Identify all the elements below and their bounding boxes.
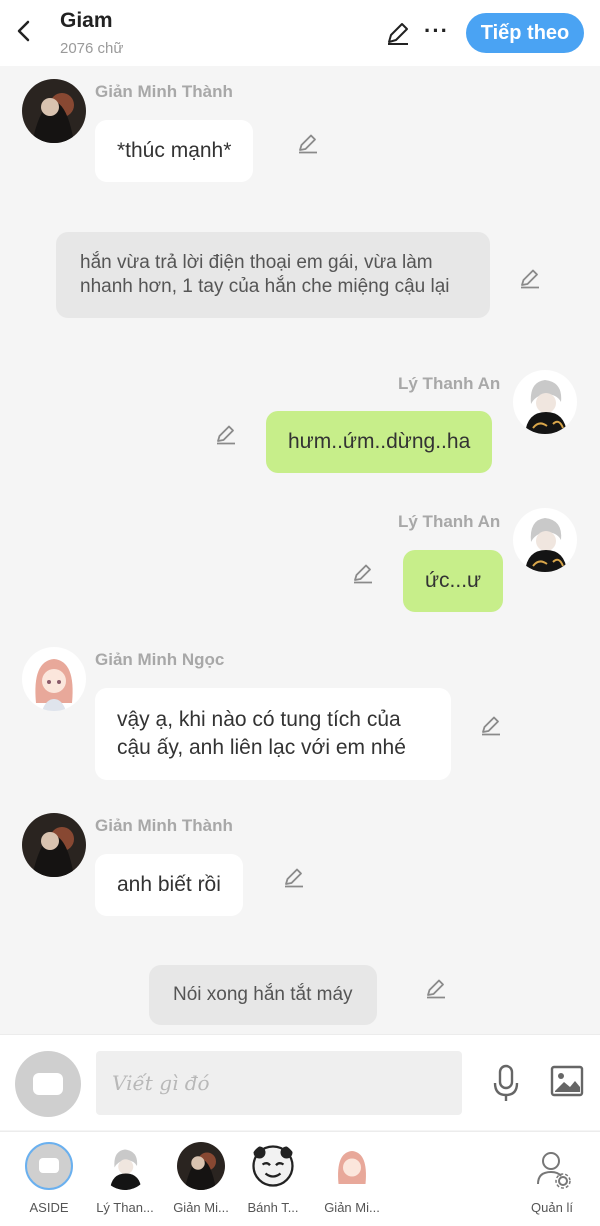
- message-bubble[interactable]: hưm..ứm..dừng..ha: [266, 411, 493, 473]
- tab-label: Lý Than...: [96, 1200, 154, 1215]
- avatar[interactable]: [22, 79, 86, 143]
- tab-character[interactable]: Bánh T...: [237, 1132, 309, 1226]
- tab-label: Quản lí: [531, 1200, 573, 1215]
- tab-label: Giản Mi...: [324, 1200, 380, 1215]
- edit-icon[interactable]: [518, 266, 542, 290]
- aside-icon: [25, 1142, 73, 1190]
- message-bubble[interactable]: anh biết rồi: [95, 854, 243, 916]
- next-button[interactable]: Tiếp theo: [466, 13, 584, 53]
- sender-name: Lý Thanh An: [398, 374, 501, 393]
- tab-character[interactable]: Lý Than...: [89, 1132, 161, 1226]
- top-bar: Giam 2076 chữ ··· Tiếp theo: [0, 0, 600, 66]
- avatar: [328, 1142, 376, 1190]
- avatar: [249, 1142, 297, 1190]
- narration-bubble[interactable]: hắn vừa trả lời điện thoại em gái, vừa l…: [56, 232, 490, 318]
- avatar: [101, 1142, 149, 1190]
- tab-label: Bánh T...: [247, 1200, 299, 1215]
- narration-bubble[interactable]: Nói xong hắn tắt máy: [149, 965, 377, 1025]
- microphone-icon[interactable]: [490, 1063, 522, 1103]
- composer-bar: [0, 1034, 600, 1130]
- edit-icon[interactable]: [282, 865, 306, 889]
- message-bubble[interactable]: *thúc mạnh*: [95, 120, 254, 182]
- aside-toggle-button[interactable]: [15, 1051, 81, 1117]
- avatar: [177, 1142, 225, 1190]
- tab-character[interactable]: Giản Mi...: [316, 1132, 388, 1226]
- tab-manage[interactable]: Quản lí: [516, 1132, 588, 1226]
- edit-icon[interactable]: [214, 422, 238, 446]
- message-bubble[interactable]: ức...ư: [403, 550, 504, 612]
- sender-name: Giản Minh Ngọc: [95, 650, 225, 669]
- page-title: Giam: [60, 9, 113, 32]
- sender-name: Giản Minh Thành: [95, 82, 233, 101]
- image-icon[interactable]: [550, 1065, 584, 1097]
- word-count: 2076 chữ: [60, 40, 124, 57]
- sender-name: Lý Thanh An: [398, 512, 501, 531]
- edit-icon[interactable]: [296, 131, 320, 155]
- avatar[interactable]: [513, 370, 577, 434]
- avatar[interactable]: [22, 813, 86, 877]
- more-options-icon[interactable]: ···: [424, 18, 449, 44]
- tab-aside[interactable]: ASIDE: [13, 1132, 85, 1226]
- avatar[interactable]: [22, 647, 86, 711]
- avatar[interactable]: [513, 508, 577, 572]
- edit-icon[interactable]: [479, 713, 503, 737]
- message-input[interactable]: [96, 1051, 462, 1115]
- tab-character[interactable]: Giản Mi...: [165, 1132, 237, 1226]
- edit-icon[interactable]: [351, 561, 375, 585]
- tab-label: ASIDE: [29, 1200, 69, 1215]
- back-arrow-icon[interactable]: [12, 16, 36, 46]
- message-bubble[interactable]: vậy ạ, khi nào có tung tích của cậu ấy, …: [95, 688, 451, 780]
- character-tab-bar: ASIDE Lý Than... Giản Mi... Bánh T... Gi…: [0, 1131, 600, 1226]
- aside-icon: [33, 1073, 63, 1095]
- tab-label: Giản Mi...: [173, 1200, 229, 1215]
- edit-icon[interactable]: [424, 976, 448, 1000]
- pen-icon[interactable]: [385, 20, 411, 46]
- sender-name: Giản Minh Thành: [95, 816, 233, 835]
- user-settings-icon: [537, 1152, 571, 1189]
